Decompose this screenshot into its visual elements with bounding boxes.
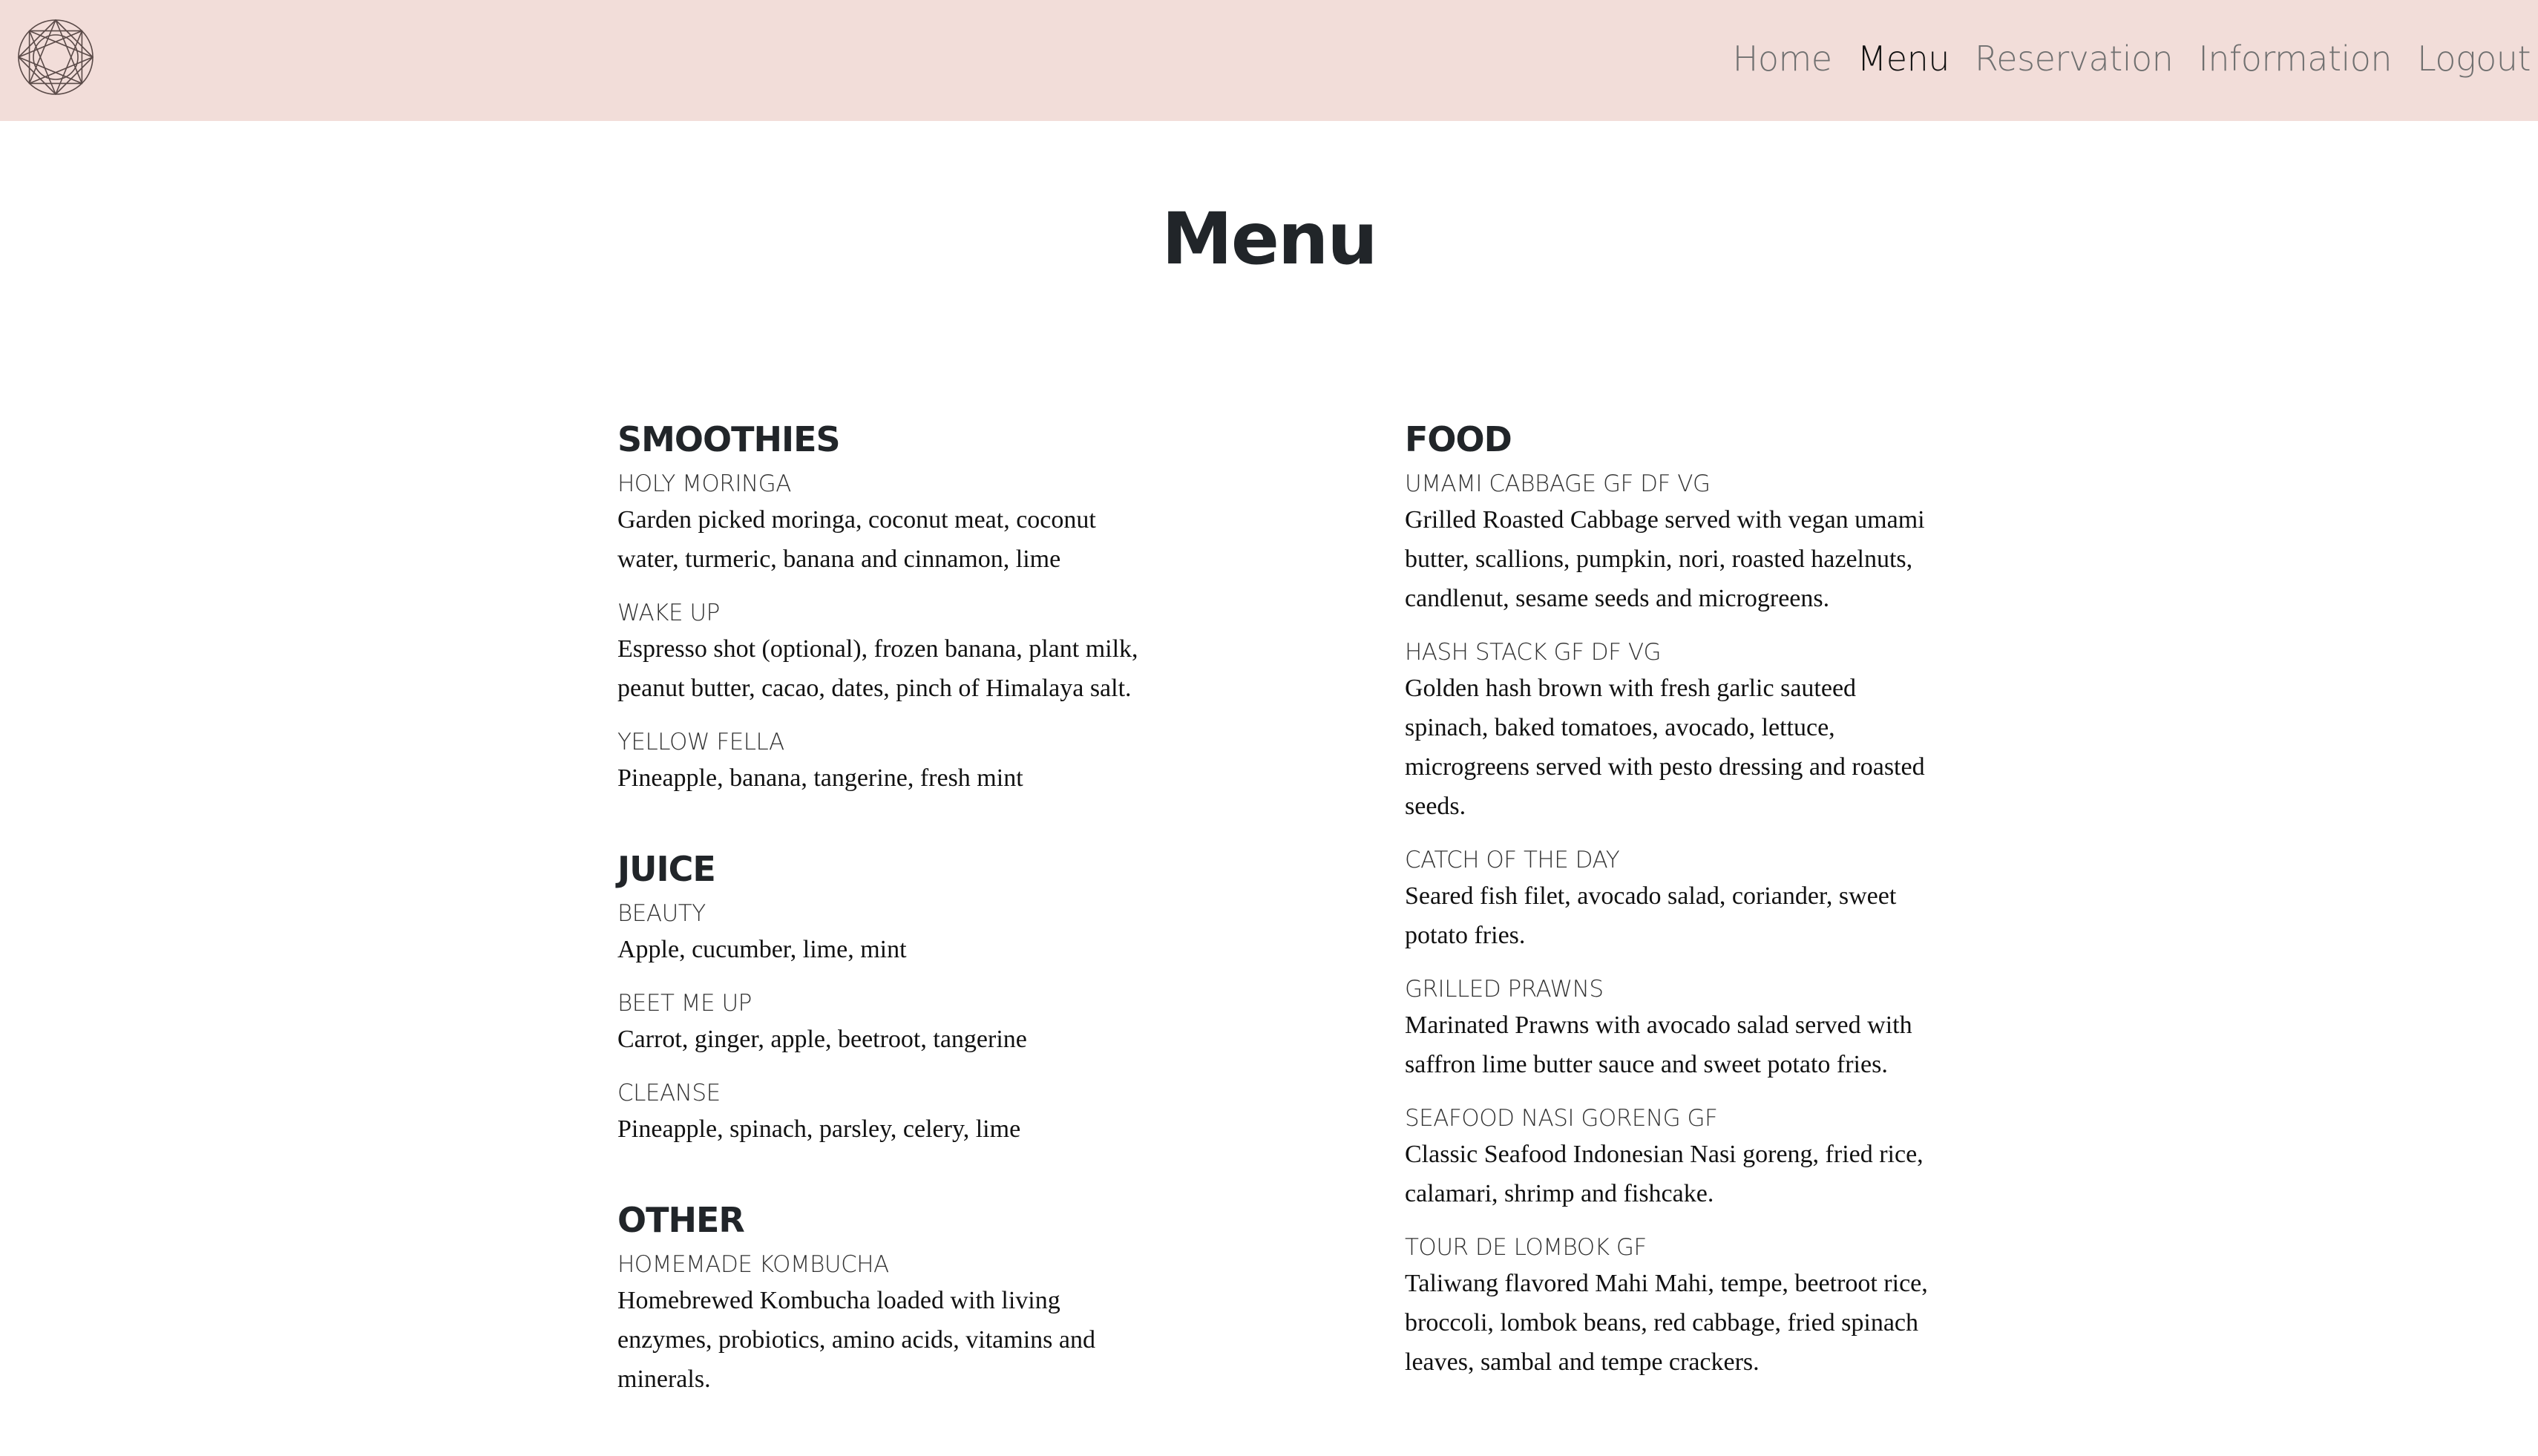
menu-item: CLEANSE Pineapple, spinach, parsley, cel… <box>617 1077 1167 1149</box>
menu-item-description: Classic Seafood Indonesian Nasi goreng, … <box>1405 1141 1924 1207</box>
category-heading: SMOOTHIES <box>617 419 841 459</box>
menu-column-left: SMOOTHIES HOLY MORINGA Garden picked mor… <box>617 416 1167 1446</box>
nav-logout-link[interactable]: Logout <box>2417 39 2531 79</box>
menu-item: GRILLED PRAWNS Marinated Prawns with avo… <box>1405 973 1954 1084</box>
menu-item: BEET ME UP Carrot, ginger, apple, beetro… <box>617 987 1167 1059</box>
page-title: Menu <box>1161 197 1377 281</box>
logo-home-link[interactable] <box>16 18 95 96</box>
menu-item: HOLY MORINGA Garden picked moringa, coco… <box>617 468 1167 579</box>
menu-item: HOMEMADE KOMBUCHA Homebrewed Kombucha lo… <box>617 1248 1167 1399</box>
menu-item-description: Garden picked moringa, coconut meat, coc… <box>617 506 1096 573</box>
menu-item-name: BEAUTY <box>617 900 706 927</box>
menu-item-description: Seared fish filet, avocado salad, corian… <box>1405 882 1897 949</box>
menu-item-description: Homebrewed Kombucha loaded with living e… <box>617 1287 1095 1393</box>
menu-item-description: Marinated Prawns with avocado salad serv… <box>1405 1011 1912 1078</box>
menu-item-description: Espresso shot (optional), frozen banana,… <box>617 635 1138 702</box>
menu-item-name: HASH STACK GF DF VG <box>1405 639 1662 666</box>
menu-item-name: WAKE UP <box>617 600 720 626</box>
category-heading: FOOD <box>1405 419 1512 459</box>
menu-item-description: Taliwang flavored Mahi Mahi, tempe, beet… <box>1405 1270 1928 1376</box>
menu-item-name: HOMEMADE KOMBUCHA <box>617 1251 889 1278</box>
menu-column-right: FOOD UMAMI CABBAGE GF DF VG Grilled Roas… <box>1405 416 1954 1429</box>
nav-home-link[interactable]: Home <box>1733 39 1832 79</box>
menu-item-name: UMAMI CABBAGE GF DF VG <box>1405 470 1711 497</box>
geometric-gem-logo-icon <box>17 19 94 96</box>
menu-item: SEAFOOD NASI GORENG GF Classic Seafood I… <box>1405 1102 1954 1213</box>
category-smoothies: SMOOTHIES HOLY MORINGA Garden picked mor… <box>617 416 1167 798</box>
menu-item-name: CLEANSE <box>617 1080 721 1106</box>
nav-information-link[interactable]: Information <box>2198 39 2392 79</box>
category-food: FOOD UMAMI CABBAGE GF DF VG Grilled Roas… <box>1405 416 1954 1382</box>
menu-item-description: Pineapple, spinach, parsley, celery, lim… <box>617 1115 1021 1143</box>
menu-item-description: Golden hash brown with fresh garlic saut… <box>1405 675 1925 820</box>
menu-item-description: Grilled Roasted Cabbage served with vega… <box>1405 506 1925 612</box>
menu-item: CATCH OF THE DAY Seared fish filet, avoc… <box>1405 844 1954 955</box>
nav-reservation-link[interactable]: Reservation <box>1975 39 2174 79</box>
main-nav: Home Menu Reservation Information Logout <box>1708 0 2531 117</box>
menu-item-name: SEAFOOD NASI GORENG GF <box>1405 1105 1718 1132</box>
menu-item: YELLOW FELLA Pineapple, banana, tangerin… <box>617 726 1167 798</box>
category-other: OTHER HOMEMADE KOMBUCHA Homebrewed Kombu… <box>617 1196 1167 1399</box>
navbar: Home Menu Reservation Information Logout <box>0 0 2538 121</box>
menu-item-name: BEET ME UP <box>617 990 752 1017</box>
category-heading: OTHER <box>617 1200 745 1240</box>
menu-item-description: Apple, cucumber, lime, mint <box>617 936 907 963</box>
menu-item-description: Carrot, ginger, apple, beetroot, tangeri… <box>617 1026 1027 1053</box>
category-juice: JUICE BEAUTY Apple, cucumber, lime, mint… <box>617 845 1167 1149</box>
menu-item: BEAUTY Apple, cucumber, lime, mint <box>617 897 1167 969</box>
menu-item: TOUR DE LOMBOK GF Taliwang flavored Mahi… <box>1405 1231 1954 1382</box>
menu-item-name: GRILLED PRAWNS <box>1405 976 1604 1003</box>
menu-item-name: YELLOW FELLA <box>617 729 784 755</box>
menu-item: WAKE UP Espresso shot (optional), frozen… <box>617 597 1167 708</box>
menu-item-description: Pineapple, banana, tangerine, fresh mint <box>617 764 1023 792</box>
menu-item: UMAMI CABBAGE GF DF VG Grilled Roasted C… <box>1405 468 1954 618</box>
menu-item-name: TOUR DE LOMBOK GF <box>1405 1234 1647 1261</box>
nav-menu-link[interactable]: Menu <box>1857 39 1950 79</box>
menu-item-name: HOLY MORINGA <box>617 470 791 497</box>
category-heading: JUICE <box>617 849 716 889</box>
menu-item-name: CATCH OF THE DAY <box>1405 847 1620 873</box>
menu-item: HASH STACK GF DF VG Golden hash brown wi… <box>1405 636 1954 826</box>
